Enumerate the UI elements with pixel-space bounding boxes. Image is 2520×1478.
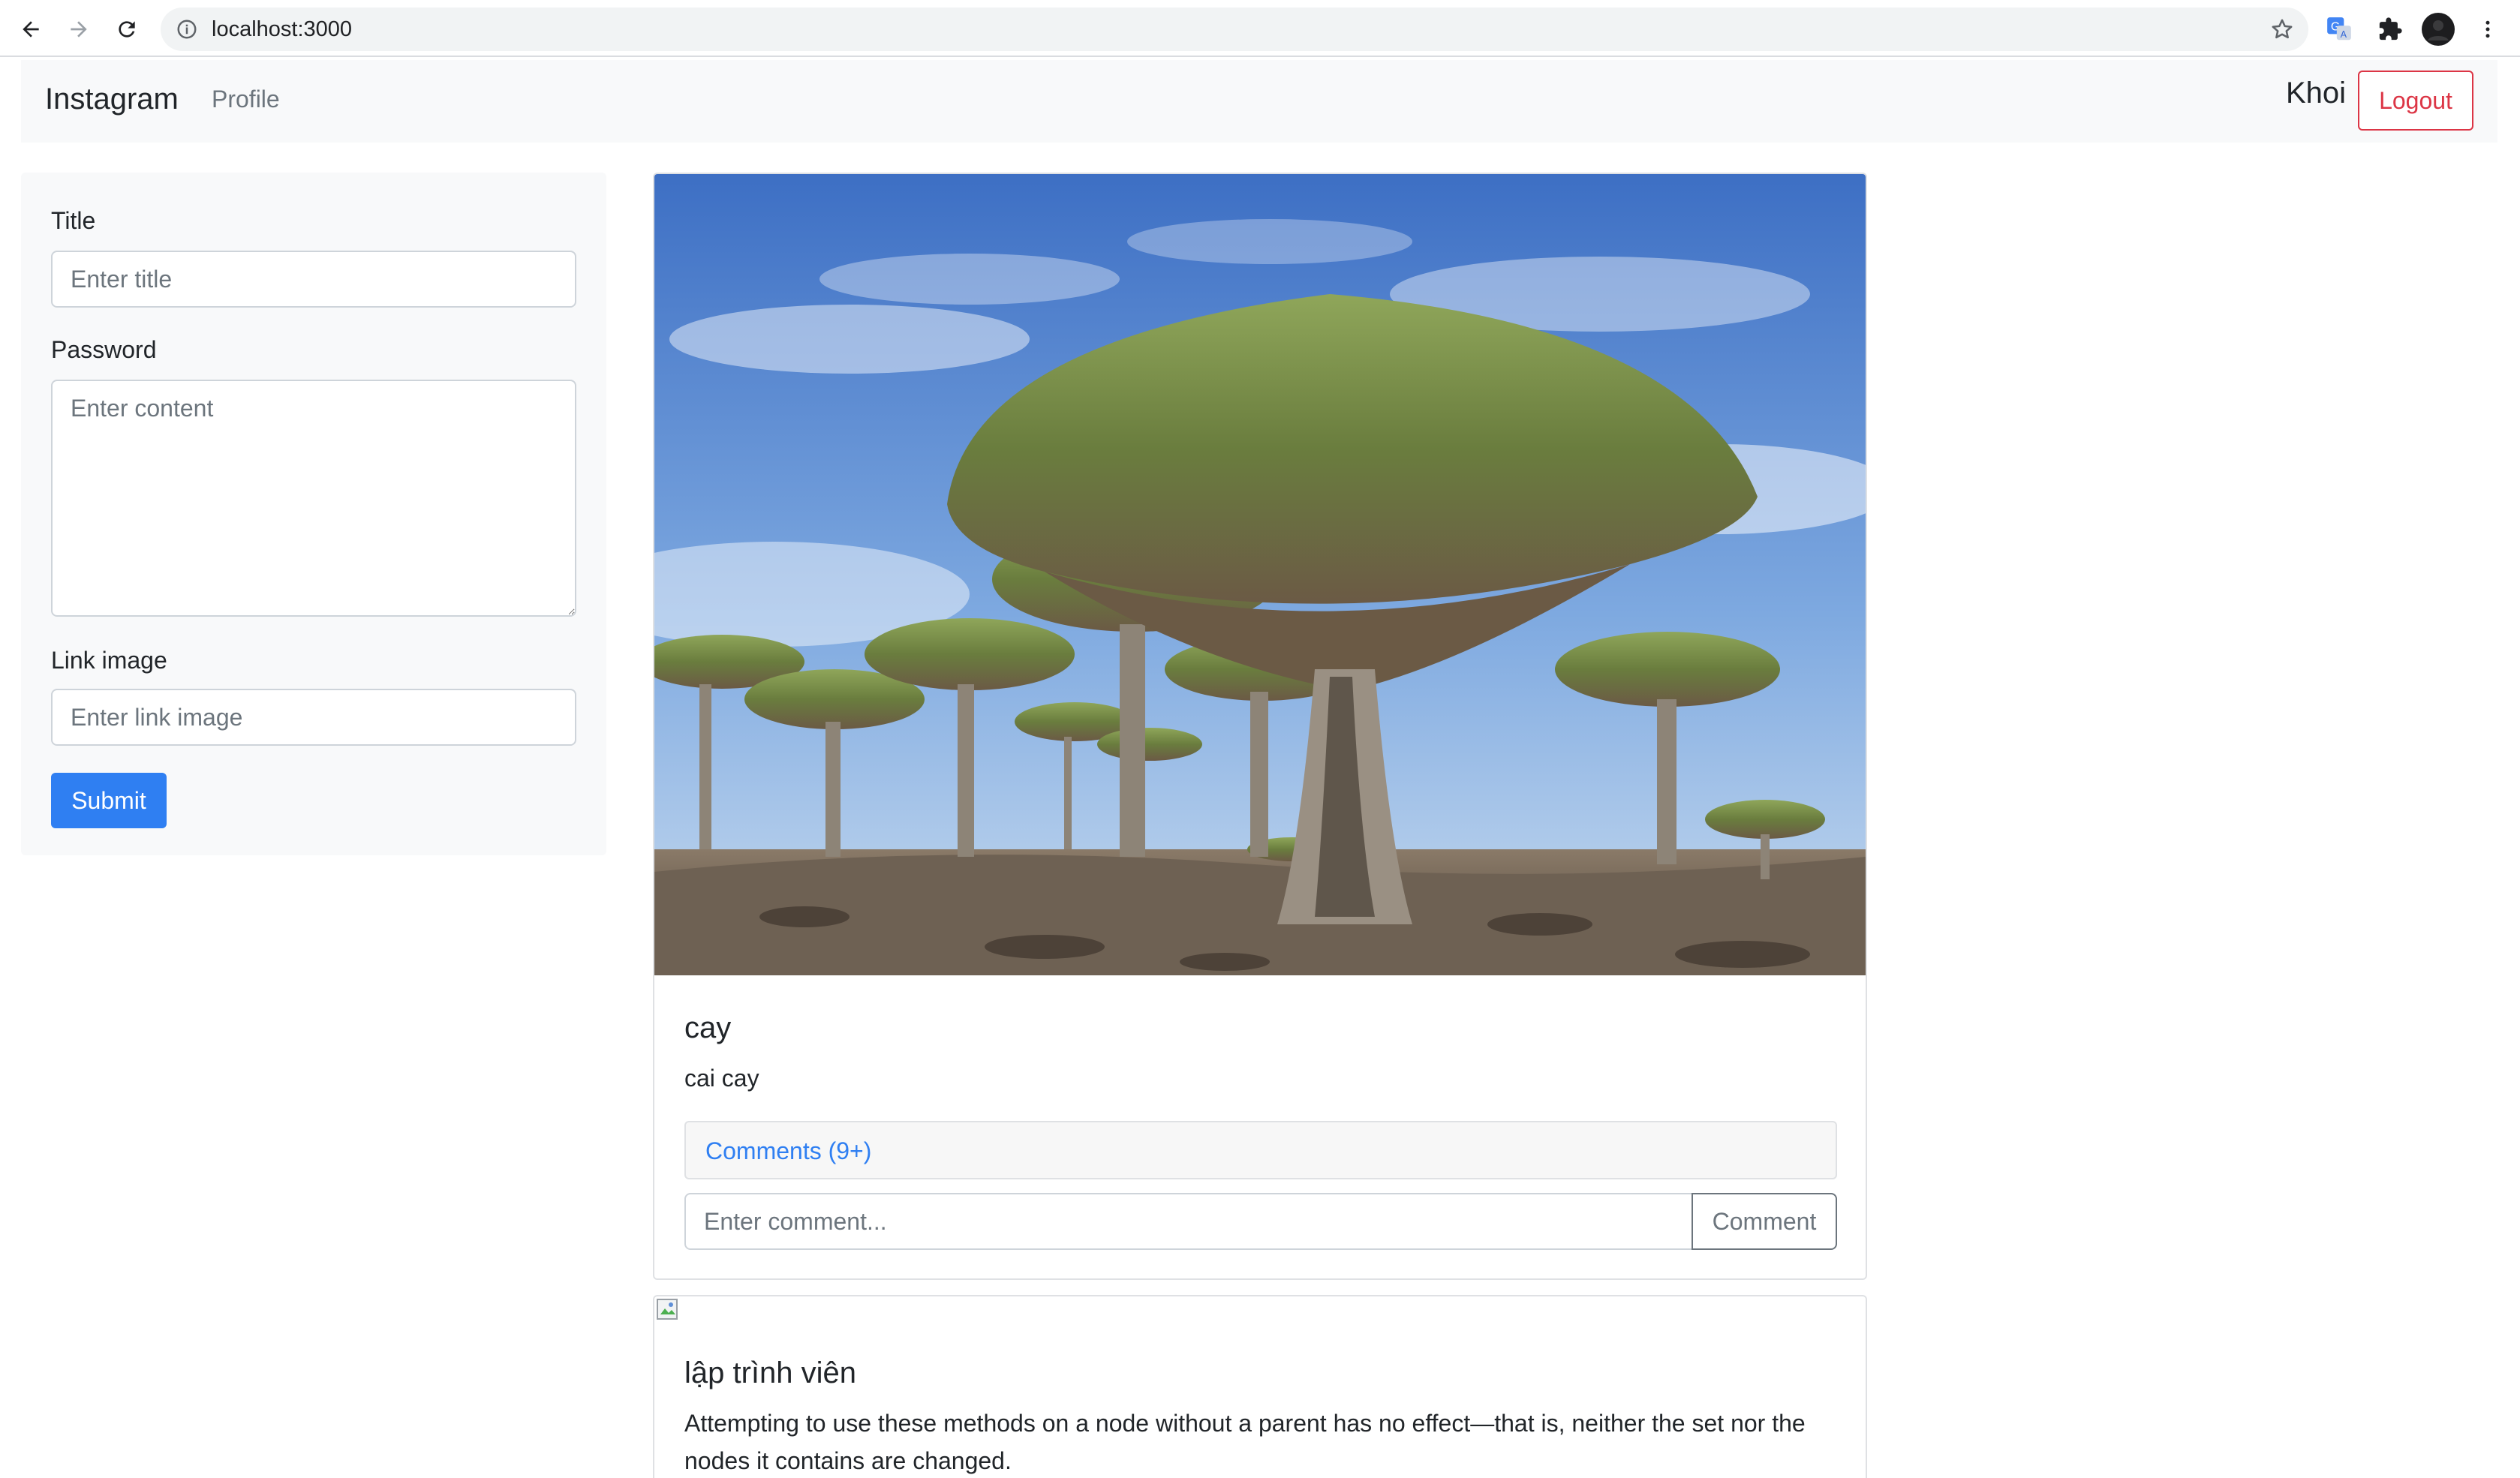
nav-profile-link[interactable]: Profile bbox=[212, 86, 280, 113]
post-content: cai cay bbox=[684, 1065, 759, 1092]
comment-input[interactable] bbox=[684, 1193, 1693, 1250]
post-title: lập trình viên bbox=[684, 1356, 857, 1389]
comments-toggle[interactable]: Comments (9+) bbox=[684, 1121, 1837, 1179]
comments-link[interactable]: Comments (9+) bbox=[705, 1137, 871, 1165]
forward-arrow-icon[interactable] bbox=[60, 11, 98, 48]
more-vert-icon[interactable] bbox=[2470, 12, 2505, 47]
post-card: cay cai cay Comments (9+) Comment bbox=[653, 173, 1867, 1280]
image-link-input[interactable] bbox=[51, 689, 576, 746]
url-text: localhost:3000 bbox=[212, 17, 353, 41]
translate-icon[interactable]: GA bbox=[2322, 12, 2356, 47]
address-bar[interactable]: localhost:3000 bbox=[161, 8, 2308, 51]
svg-text:A: A bbox=[2341, 29, 2347, 40]
create-post-form: Title Password Link image Submit bbox=[21, 173, 606, 855]
puzzle-icon[interactable] bbox=[2373, 12, 2407, 47]
app-navbar: Instagram Profile Khoi Logout bbox=[21, 60, 2497, 143]
post-card: lập trình viên Attempting to use these m… bbox=[653, 1295, 1867, 1478]
post-content: Attempting to use these methods on a nod… bbox=[684, 1410, 1806, 1474]
image-link-label: Link image bbox=[51, 647, 167, 674]
browser-toolbar: localhost:3000 GA bbox=[0, 0, 2520, 57]
submit-button[interactable]: Submit bbox=[51, 773, 167, 828]
brand-link[interactable]: Instagram bbox=[45, 83, 179, 116]
title-label: Title bbox=[51, 207, 96, 234]
post-title: cay bbox=[684, 1011, 732, 1044]
content-label: Password bbox=[51, 336, 157, 363]
back-arrow-icon[interactable] bbox=[12, 11, 50, 48]
profile-avatar-icon[interactable] bbox=[2421, 12, 2455, 47]
post-image bbox=[654, 174, 1866, 975]
content-textarea[interactable] bbox=[51, 380, 576, 617]
star-icon[interactable] bbox=[2269, 17, 2295, 46]
comment-button[interactable]: Comment bbox=[1692, 1193, 1837, 1250]
reload-icon[interactable] bbox=[108, 11, 146, 48]
current-username: Khoi bbox=[2286, 77, 2347, 110]
logout-button[interactable]: Logout bbox=[2358, 71, 2473, 131]
title-input[interactable] bbox=[51, 251, 576, 308]
broken-image-icon bbox=[657, 1299, 678, 1320]
info-icon[interactable] bbox=[176, 18, 198, 44]
